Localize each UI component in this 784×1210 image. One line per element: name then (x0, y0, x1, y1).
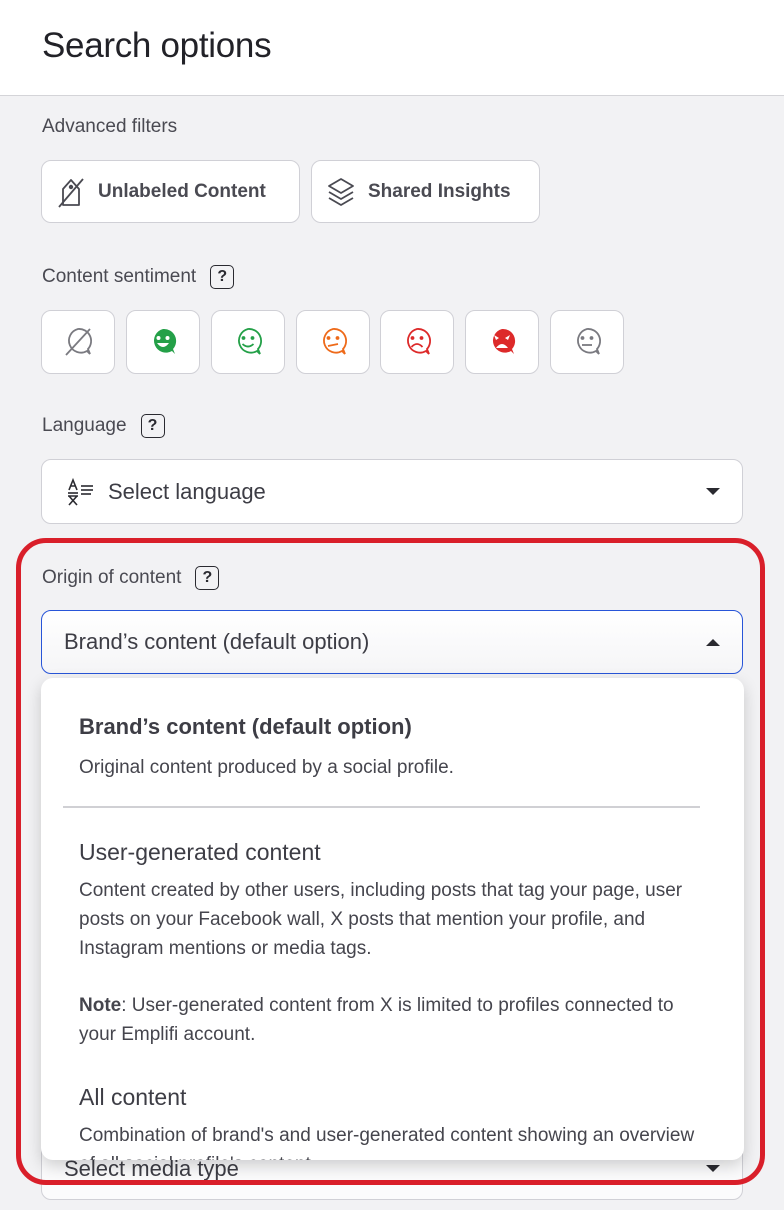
option-description: Content created by other users, includin… (79, 880, 683, 959)
chevron-up-icon (706, 638, 720, 646)
shared-insights-label: Shared Insights (368, 180, 511, 202)
sentiment-option-slightly-negative[interactable] (296, 310, 370, 374)
chevron-down-icon (706, 1165, 720, 1172)
option-description: Original content produced by a social pr… (79, 757, 454, 778)
sentiment-option-neutral[interactable] (550, 310, 624, 374)
option-description: Combination of brand's and user-generate… (79, 1125, 695, 1160)
language-select[interactable]: Select language (41, 459, 743, 524)
note-text: : User-generated content from X is limit… (79, 995, 674, 1045)
sentiment-option-none[interactable] (41, 310, 115, 374)
language-label: Language ? (42, 414, 165, 438)
origin-selected-value: Brand’s content (default option) (64, 629, 370, 654)
language-placeholder: Select language (108, 478, 266, 504)
origin-label-text: Origin of content (42, 567, 182, 588)
sentiment-option-very-positive[interactable] (126, 310, 200, 374)
very-negative-icon (492, 328, 516, 354)
neutral-icon (577, 328, 601, 355)
chevron-down-icon (706, 488, 720, 495)
option-title: User-generated content (79, 839, 321, 865)
sentiment-option-very-negative[interactable] (465, 310, 539, 374)
option-title: Brand’s content (default option) (79, 714, 412, 739)
tag-off-icon (58, 177, 84, 208)
layers-icon (328, 177, 354, 206)
header: Search options (0, 0, 784, 96)
origin-label: Origin of content ? (42, 566, 220, 590)
positive-icon (238, 328, 262, 355)
unlabeled-content-label: Unlabeled Content (98, 180, 266, 202)
no-sentiment-icon (65, 328, 92, 356)
slightly-negative-icon (323, 328, 347, 355)
origin-dropdown-menu: Brand’s content (default option) Origina… (41, 678, 744, 1160)
option-note: Note: User-generated content from X is l… (79, 991, 699, 1049)
advanced-filters-label: Advanced filters (42, 116, 178, 137)
divider (63, 806, 700, 808)
help-icon[interactable]: ? (195, 566, 220, 590)
unlabeled-content-button[interactable]: Unlabeled Content (41, 160, 300, 223)
content-sentiment-text: Content sentiment (42, 266, 197, 287)
option-title: All content (79, 1084, 187, 1110)
origin-select[interactable]: Brand’s content (default option) (41, 610, 743, 674)
content-sentiment-label: Content sentiment ? (42, 265, 235, 289)
shared-insights-button[interactable]: Shared Insights (311, 160, 540, 223)
help-icon[interactable]: ? (210, 265, 235, 289)
help-icon[interactable]: ? (140, 414, 165, 438)
page-title: Search options (42, 26, 272, 65)
note-label: Note (79, 995, 122, 1016)
sentiment-option-negative[interactable] (380, 310, 454, 374)
very-positive-icon (153, 328, 177, 354)
language-label-text: Language (42, 415, 127, 436)
negative-icon (407, 328, 431, 355)
translate-icon (68, 477, 93, 506)
sentiment-option-positive[interactable] (211, 310, 285, 374)
